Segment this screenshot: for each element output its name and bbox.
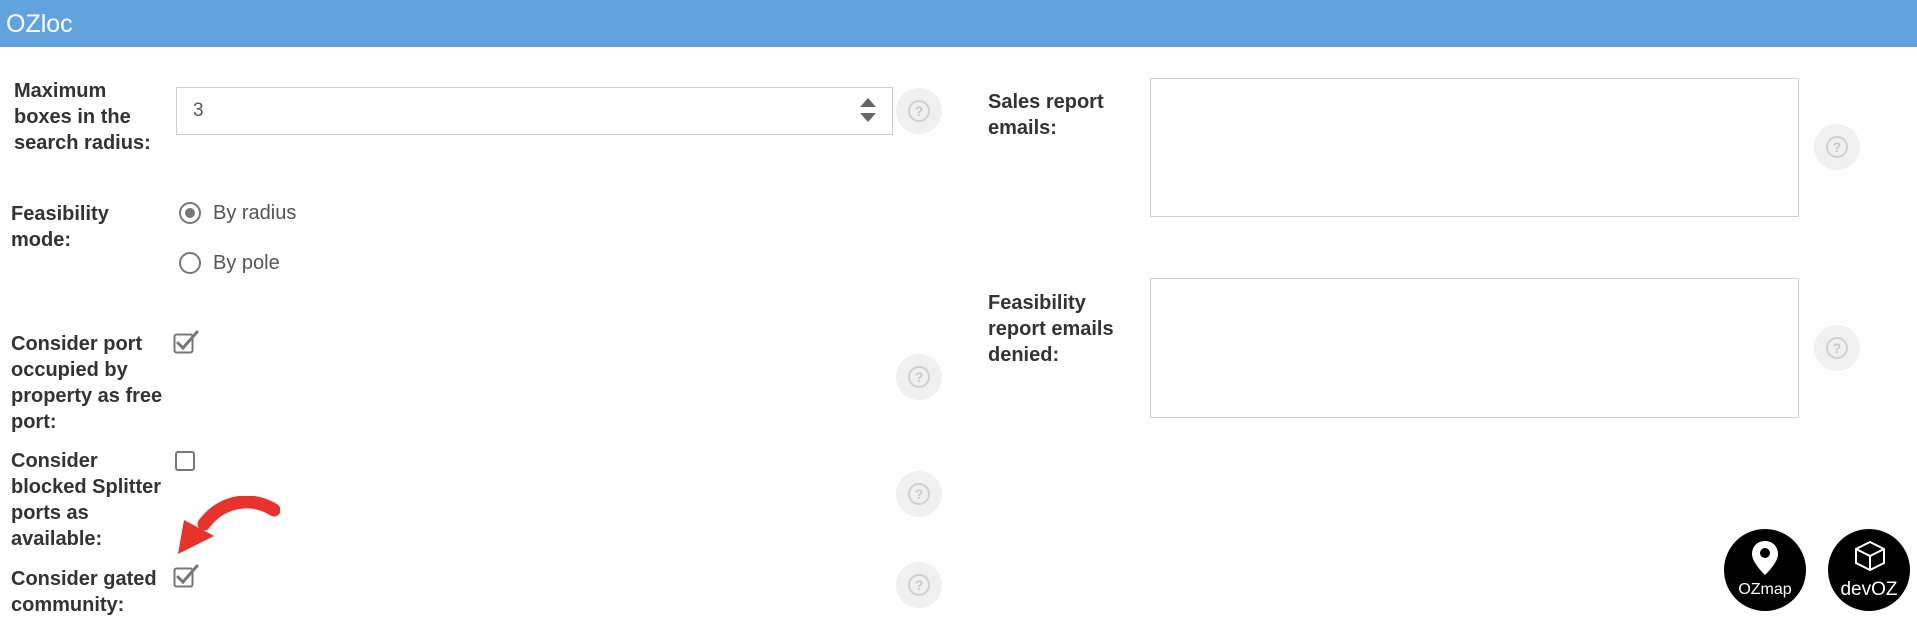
help-button-max-boxes[interactable]: ?: [896, 88, 942, 134]
question-circle-icon: ?: [1826, 136, 1848, 158]
feasibility-denied-textarea[interactable]: [1150, 278, 1799, 418]
help-button-port-occupied[interactable]: ?: [896, 354, 942, 400]
question-circle-icon: ?: [908, 483, 930, 505]
port-occupied-label: Consider port occupied by property as fr…: [11, 333, 163, 433]
max-boxes-input[interactable]: 3: [176, 87, 893, 135]
port-occupied-checkbox[interactable]: [173, 330, 199, 354]
app-header: OZloc: [0, 0, 1917, 47]
radio-by-radius[interactable]: [179, 202, 201, 224]
map-pin-icon: [1752, 541, 1778, 575]
radio-by-radius-label: By radius: [213, 202, 297, 224]
max-boxes-label: Maximum boxes in the search radius:: [14, 80, 151, 154]
question-circle-icon: ?: [908, 574, 930, 596]
feasibility-mode-label: Feasibility mode:: [11, 203, 109, 251]
ozmap-logo-text: OZmap: [1738, 581, 1792, 598]
spin-down-icon[interactable]: [860, 113, 876, 122]
feasibility-denied-label: Feasibility report emails denied:: [988, 292, 1114, 366]
question-circle-icon: ?: [908, 366, 930, 388]
question-circle-icon: ?: [1826, 337, 1848, 359]
help-button-gated-community[interactable]: ?: [896, 562, 942, 608]
checkmark-icon: [173, 330, 199, 354]
number-spinner[interactable]: [860, 98, 876, 124]
help-button-feasibility-denied[interactable]: ?: [1814, 325, 1860, 371]
max-boxes-value: 3: [193, 100, 204, 121]
ozmap-logo: OZmap: [1724, 529, 1806, 611]
radio-by-pole-label: By pole: [213, 252, 280, 274]
app-title: OZloc: [6, 10, 73, 38]
radio-by-pole[interactable]: [179, 252, 201, 274]
annotation-arrow-icon: [178, 496, 280, 554]
gated-community-label: Consider gated community:: [11, 568, 157, 616]
cube-icon: [1855, 540, 1885, 572]
devoz-logo-text: devOZ: [1840, 579, 1898, 600]
sales-emails-label: Sales report emails:: [988, 91, 1104, 139]
gated-community-checkbox[interactable]: [173, 564, 199, 588]
question-circle-icon: ?: [908, 100, 930, 122]
sales-emails-textarea[interactable]: [1150, 78, 1799, 217]
checkmark-icon: [173, 564, 199, 588]
help-button-sales-emails[interactable]: ?: [1814, 124, 1860, 170]
blocked-splitter-label: Consider blocked Splitter ports as avail…: [11, 450, 162, 550]
spin-up-icon[interactable]: [860, 98, 876, 107]
help-button-blocked-splitter[interactable]: ?: [896, 471, 942, 517]
blocked-splitter-checkbox[interactable]: [175, 451, 195, 471]
devoz-logo: devOZ: [1828, 529, 1910, 611]
